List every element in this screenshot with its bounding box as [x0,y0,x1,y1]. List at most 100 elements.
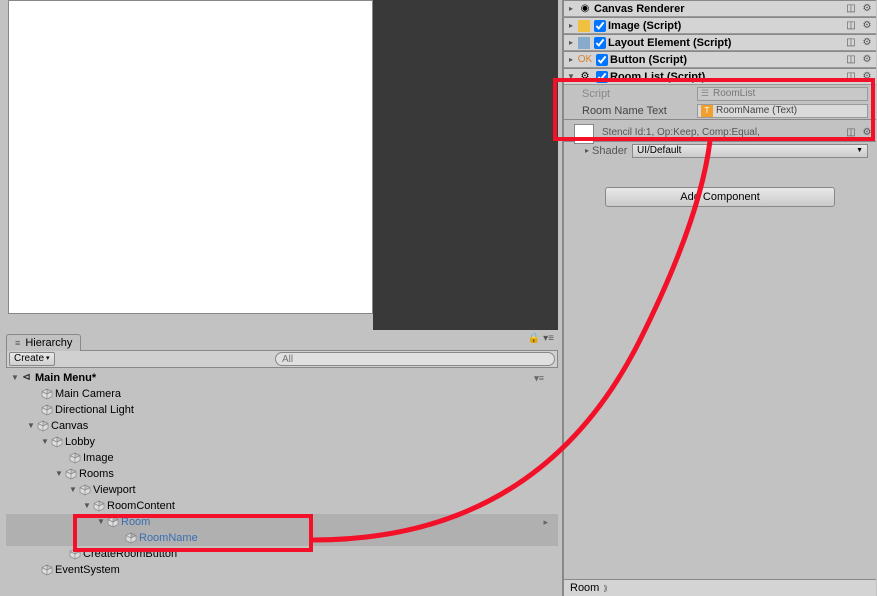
dropdown-arrow-icon: ▼ [856,147,863,154]
help-icon[interactable]: ◫ [844,70,858,84]
layout-element-icon [578,37,590,49]
material-description-row[interactable]: Stencil Id:1, Op:Keep, Comp:Equal, ◫ ⚙ [564,124,876,141]
foldout-icon[interactable]: ▼ [68,482,78,498]
context-arrow-icon[interactable]: ▾≡ [534,370,544,386]
hierarchy-search-input[interactable] [275,352,555,366]
scene-row[interactable]: ▼ ⊲ Main Menu* ▾≡ [6,370,558,386]
component-enable-checkbox[interactable] [596,54,608,66]
component-button[interactable]: ▸ OK Button (Script) ◫ ⚙ [564,51,876,68]
inspector-breadcrumb[interactable]: Room ⟫ [564,579,876,596]
list-icon: ≡ [15,338,20,348]
foldout-icon[interactable]: ▼ [96,514,106,530]
foldout-icon[interactable]: ▼ [54,466,64,482]
foldout-icon[interactable]: ▼ [40,434,50,450]
text-asset-icon: T [701,105,713,117]
script-asset-icon: ☰ [701,88,713,99]
property-label: Script [582,88,697,100]
gear-icon[interactable]: ⚙ [860,126,874,140]
material-description: Stencil Id:1, Op:Keep, Comp:Equal, [602,127,760,138]
context-arrow-icon[interactable]: ▸ [543,514,548,530]
component-layout-element[interactable]: ▸ Layout Element (Script) ◫ ⚙ [564,34,876,51]
hierarchy-item-main-camera[interactable]: Main Camera [6,386,558,402]
foldout-icon[interactable]: ▼ [26,418,36,434]
gear-icon[interactable]: ⚙ [860,53,874,67]
breadcrumb-label: Room [570,582,599,594]
gear-icon[interactable]: ⚙ [860,19,874,33]
property-script: Script ☰ RoomList [564,85,876,102]
material-section: Stencil Id:1, Op:Keep, Comp:Equal, ◫ ⚙ ▸… [564,119,876,173]
gameobject-icon [36,420,49,432]
component-enable-checkbox[interactable] [594,20,606,32]
component-room-list[interactable]: ▼ ⚙ Room List (Script) ◫ ⚙ [564,68,876,85]
component-image[interactable]: ▸ Image (Script) ◫ ⚙ [564,17,876,34]
unity-logo-icon: ⊲ [20,372,33,384]
component-title: Canvas Renderer [594,3,844,15]
item-label: Main Camera [55,386,121,402]
component-title: Image (Script) [608,20,844,32]
gameobject-icon [50,436,63,448]
gameobject-icon [92,500,105,512]
hierarchy-item-roomcontent[interactable]: ▼ RoomContent [6,498,558,514]
hierarchy-tab-label: Hierarchy [25,337,72,349]
room-name-text-value: RoomName (Text) [716,105,797,116]
help-icon[interactable]: ◫ [844,19,858,33]
component-title: Button (Script) [610,54,844,66]
script-field[interactable]: ☰ RoomList [697,87,868,101]
item-label: Lobby [65,434,95,450]
item-label: RoomContent [107,498,175,514]
component-enable-checkbox[interactable] [594,37,606,49]
gear-icon[interactable]: ⚙ [860,2,874,16]
shader-dropdown[interactable]: UI/Default ▼ [632,144,868,158]
foldout-icon[interactable]: ▸ [566,55,576,64]
foldout-icon[interactable]: ▸ [582,146,592,155]
gameobject-icon [40,388,53,400]
foldout-icon[interactable]: ▸ [566,4,576,13]
create-label: Create [14,353,44,365]
hierarchy-item-viewport[interactable]: ▼ Viewport [6,482,558,498]
hierarchy-item-eventsystem[interactable]: EventSystem [6,562,558,578]
game-preview-area [0,0,558,330]
gameobject-icon [106,516,119,528]
hierarchy-item-rooms[interactable]: ▼ Rooms [6,466,558,482]
help-icon[interactable]: ◫ [844,36,858,50]
gameobject-icon [40,404,53,416]
create-dropdown[interactable]: Create ▾ [9,352,55,366]
foldout-icon[interactable]: ▼ [10,370,20,386]
room-name-text-field[interactable]: T RoomName (Text) [697,104,868,118]
button-component-icon: OK [578,53,592,67]
hierarchy-item-room[interactable]: ▼ Room ▸ [6,514,558,530]
add-component-button[interactable]: Add Component [605,187,835,207]
panel-controls[interactable]: 🔒 ▾≡ [528,333,558,344]
component-enable-checkbox[interactable] [596,71,608,83]
component-canvas-renderer[interactable]: ▸ ◉ Canvas Renderer ◫ ⚙ [564,0,876,17]
hierarchy-item-createroombutton[interactable]: CreateRoomButton [6,546,558,562]
hierarchy-toolbar: Create ▾ [6,350,558,368]
script-component-icon: ⚙ [578,70,592,84]
gear-icon[interactable]: ⚙ [860,36,874,50]
item-label: Directional Light [55,402,134,418]
hierarchy-item-image[interactable]: Image [6,450,558,466]
help-icon[interactable]: ◫ [844,126,858,140]
property-room-name-text: Room Name Text T RoomName (Text) [564,102,876,119]
breadcrumb-arrow-icon: ⟫ [603,584,607,593]
hierarchy-item-lobby[interactable]: ▼ Lobby [6,434,558,450]
shader-value: UI/Default [637,145,681,156]
foldout-icon[interactable]: ▼ [566,72,576,81]
inspector-panel: ▸ ◉ Canvas Renderer ◫ ⚙ ▸ Image (Script)… [562,0,876,596]
hierarchy-tab[interactable]: ≡ Hierarchy [6,334,81,351]
foldout-icon[interactable]: ▸ [566,38,576,47]
component-title: Layout Element (Script) [608,37,844,49]
help-icon[interactable]: ◫ [844,2,858,16]
hierarchy-item-roomname[interactable]: RoomName [6,530,558,546]
help-icon[interactable]: ◫ [844,53,858,67]
scene-name: Main Menu* [35,370,96,386]
item-label: CreateRoomButton [83,546,177,562]
hierarchy-item-canvas[interactable]: ▼ Canvas [6,418,558,434]
foldout-icon[interactable]: ▸ [566,21,576,30]
hierarchy-item-directional-light[interactable]: Directional Light [6,402,558,418]
gameobject-icon [64,468,77,480]
foldout-icon[interactable]: ▼ [82,498,92,514]
item-label: EventSystem [55,562,120,578]
hierarchy-tab-row: ≡ Hierarchy 🔒 ▾≡ [6,333,558,350]
gear-icon[interactable]: ⚙ [860,70,874,84]
